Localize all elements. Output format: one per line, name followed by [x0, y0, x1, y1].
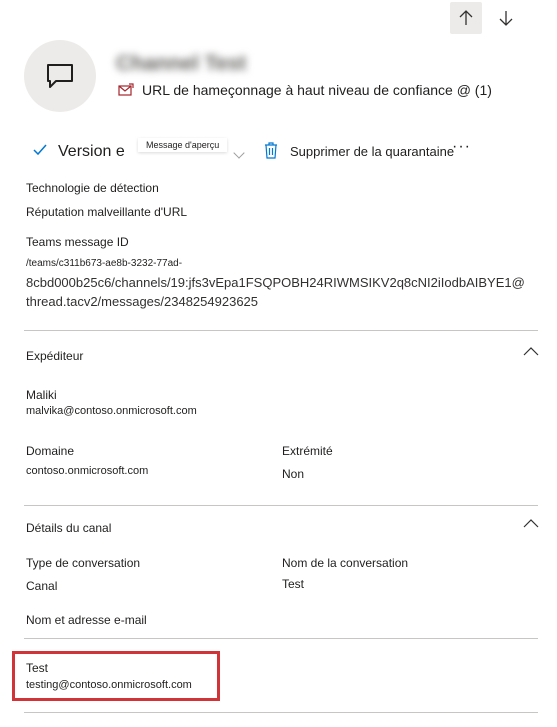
next-item-button[interactable] [490, 2, 522, 34]
detection-tech-label: Technologie de détection [26, 181, 159, 195]
remove-from-quarantine-button[interactable]: Supprimer de la quarantaine [290, 144, 454, 159]
sender-name: Maliki [26, 388, 57, 402]
domain-label: Domaine [26, 444, 75, 458]
tooltip-tail [233, 147, 245, 159]
chat-message-icon [47, 64, 73, 88]
domain-value: contoso.onmicrosoft.com [26, 465, 149, 477]
detection-tech-value: Réputation malveillante d'URL [26, 205, 188, 219]
divider [24, 638, 538, 639]
teams-id-label: Teams message ID [26, 235, 129, 249]
divider [24, 505, 538, 506]
checkmark-icon [33, 144, 47, 156]
arrow-up-icon [459, 10, 473, 25]
conversation-type-value: Canal [26, 579, 58, 593]
conversation-name-value: Test [282, 577, 305, 591]
threat-label: URL de hameçonnage à haut niveau de conf… [142, 82, 492, 98]
sender-section-title: Expéditeur [26, 349, 84, 363]
preview-tooltip: Message d'aperçu [138, 138, 228, 152]
conversation-name-label: Nom de la conversation [282, 556, 409, 570]
sender-email: malvika@contoso.onmicrosoft.com [26, 405, 197, 417]
version-button[interactable]: Version e [58, 143, 125, 161]
name-email-label: Nom et adresse e-mail [26, 613, 147, 627]
highlight-box [12, 651, 220, 701]
teams-id-line-2: 8cbd000b25c6/channels/19:jfs3vEpa1FSQPOB… [26, 275, 525, 290]
chevron-up-icon[interactable] [523, 518, 539, 528]
avatar [24, 40, 96, 112]
more-actions-button[interactable]: ··· [452, 138, 471, 156]
trash-icon[interactable] [264, 141, 278, 159]
endpoint-value: Non [282, 467, 305, 481]
page-title: Channel Test [116, 52, 247, 75]
arrow-down-icon [499, 11, 513, 26]
threat-summary: URL de hameçonnage à haut niveau de conf… [118, 82, 492, 98]
divider [24, 712, 538, 713]
channel-section-title: Détails du canal [26, 521, 112, 535]
teams-id-line-3: thread.tacv2/messages/2348254923625 [26, 294, 259, 309]
divider [24, 330, 538, 331]
phish-mail-icon [118, 83, 134, 96]
previous-item-button[interactable] [450, 2, 482, 34]
chevron-up-icon[interactable] [523, 346, 539, 356]
toolbar: Version e Message d'aperçu Supprimer de … [32, 138, 532, 166]
teams-id-line-1: /teams/c311b673-ae8b-3232-77ad- [26, 258, 183, 269]
conversation-type-label: Type de conversation [26, 556, 141, 570]
endpoint-label: Extrémité [282, 444, 333, 458]
